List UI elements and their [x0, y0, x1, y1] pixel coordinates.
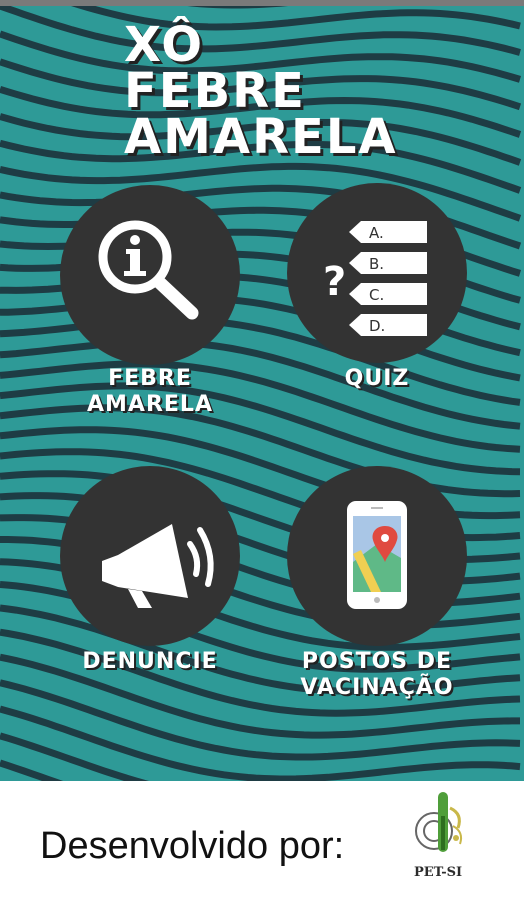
app-title: XÔ FEBRE AMARELA	[124, 17, 398, 165]
quiz-options: A. B. C. D.	[349, 221, 427, 336]
quiz-icon: ? A. B. C. D.	[323, 221, 427, 336]
quiz-option-label: C.	[369, 286, 384, 304]
map-phone-icon	[347, 501, 407, 609]
quiz-label[interactable]: QUIZ	[287, 366, 467, 392]
info-magnifier-icon	[98, 220, 199, 320]
postos-vacinacao-label-line-2: VACINAÇÃO	[300, 675, 454, 700]
quiz-question-mark: ?	[323, 259, 346, 305]
app-title-line-3: AMARELA	[124, 109, 398, 165]
febre-amarela-label-line-1: FEBRE	[108, 366, 192, 391]
febre-amarela-label[interactable]: FEBRE AMARELA	[60, 366, 240, 418]
app-title-line-2: FEBRE	[124, 63, 306, 119]
quiz-option-tag	[349, 221, 427, 243]
febre-amarela-button[interactable]	[60, 185, 240, 365]
quiz-option-label: B.	[369, 255, 384, 273]
denuncie-button[interactable]	[60, 466, 240, 646]
pet-si-logo-text: PET-SI	[414, 865, 463, 880]
postos-vacinacao-button[interactable]	[287, 466, 467, 646]
megaphone-icon	[102, 524, 214, 608]
quiz-option-tag	[349, 252, 427, 274]
postos-vacinacao-label-line-1: POSTOS DE	[301, 649, 453, 674]
app-title-line-1: XÔ	[124, 17, 205, 73]
quiz-option-tag	[349, 314, 427, 336]
quiz-button[interactable]: ? A. B. C. D.	[287, 183, 467, 363]
denuncie-label[interactable]: DENUNCIE	[60, 649, 240, 675]
app-screen: XÔ FEBRE AMARELA FEBRE AMARELA ? A. B. C. D…	[0, 0, 524, 900]
quiz-option-tag	[349, 283, 427, 305]
developed-by-text: Desenvolvido por:	[40, 825, 345, 867]
quiz-option-label: D.	[369, 317, 385, 335]
postos-vacinacao-label[interactable]: POSTOS DE VACINAÇÃO	[275, 649, 479, 701]
febre-amarela-label-line-2: AMARELA	[87, 392, 213, 417]
quiz-option-label: A.	[369, 224, 384, 242]
